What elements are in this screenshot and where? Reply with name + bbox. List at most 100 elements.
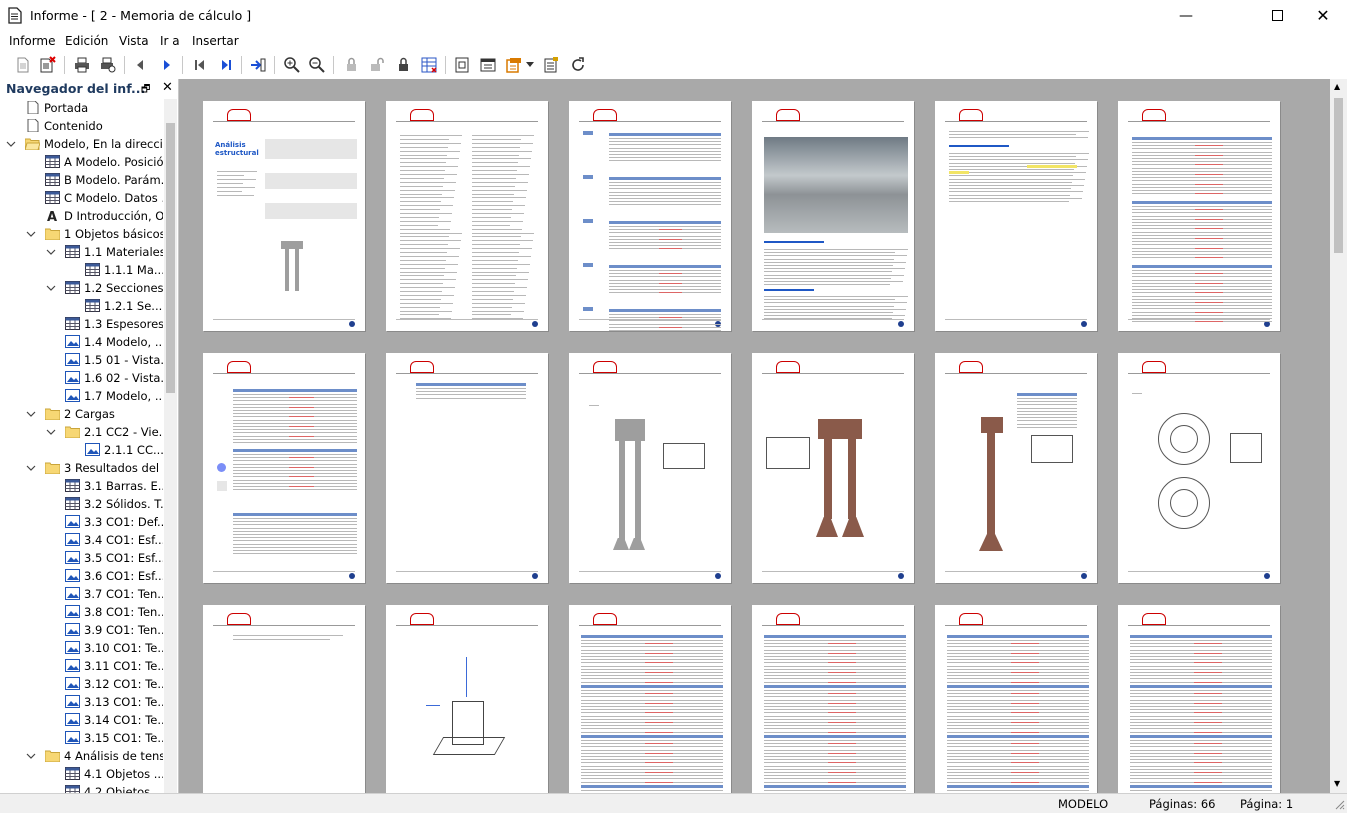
delete-page-icon[interactable] [37,54,59,76]
navigator-item[interactable]: A D Introducción, O... [0,207,163,225]
text-line [217,179,256,180]
page-thumbnail[interactable] [203,353,365,583]
navigator-scrollbar[interactable] [164,99,177,793]
menu-edicion[interactable]: Edición [65,34,108,48]
preview-scrollbar[interactable]: ▲ ▼ [1330,79,1347,793]
table-line [764,759,906,761]
navigator-item[interactable]: 1.2 Secciones [0,279,163,297]
page-thumbnail[interactable] [569,605,731,793]
page-thumbnail[interactable] [752,605,914,793]
menu-ir-a[interactable]: Ir a [160,34,180,48]
navigator-item[interactable]: 3.5 CO1: Esf... [0,549,163,567]
navigator-item[interactable]: 3.2 Sólidos. T... [0,495,163,513]
scroll-up-icon[interactable]: ▲ [1334,82,1340,91]
navigator-item[interactable]: Contenido [0,117,163,135]
navigator-item[interactable]: 4.1 Objetos ... [0,765,163,783]
navigator-item[interactable]: B Modelo. Parám... [0,171,163,189]
navigator-item[interactable]: 3.14 CO1: Te... [0,711,163,729]
navigator-item[interactable]: 1.1.1 Ma... [0,261,163,279]
navigator-item[interactable]: 3.9 CO1: Ten... [0,621,163,639]
navigator-item[interactable]: 3.15 CO1: Te... [0,729,163,747]
navigator-item[interactable]: A Modelo. Posición [0,153,163,171]
minimize-button[interactable]: — [1163,0,1209,31]
first-page-icon[interactable] [189,54,211,76]
navigator-item[interactable]: 3.12 CO1: Te... [0,675,163,693]
page-thumbnail[interactable] [935,353,1097,583]
print-preview-icon[interactable] [97,54,119,76]
navigator-item[interactable]: 3.6 CO1: Esf... [0,567,163,585]
maximize-button[interactable] [1254,0,1300,31]
navigator-item[interactable]: 4 Análisis de tensi... [0,747,163,765]
page-thumbnail[interactable] [935,101,1097,331]
page-thumbnail[interactable] [569,353,731,583]
navigator-item[interactable]: 3.10 CO1: Te... [0,639,163,657]
dock-icon[interactable]: 🗗 [141,82,150,99]
refresh-icon[interactable] [567,54,589,76]
header-footer-icon[interactable] [477,54,499,76]
navigator-item[interactable]: 1.6 02 - Vista... [0,369,163,387]
previous-page-icon[interactable] [129,54,151,76]
scroll-down-icon[interactable]: ▼ [1334,779,1340,788]
page-setup-icon[interactable] [451,54,473,76]
page-preview-area[interactable]: Análisis estructural [179,79,1330,793]
menu-insertar[interactable]: Insertar [192,34,239,48]
navigator-item[interactable]: 3.7 CO1: Ten... [0,585,163,603]
page-thumbnail[interactable] [386,101,548,331]
zoom-out-icon[interactable] [306,54,328,76]
export-icon[interactable] [503,54,525,76]
print-icon[interactable] [71,54,93,76]
navigator-item[interactable]: 2.1 CC2 - Vie... [0,423,163,441]
close-button[interactable]: ✕ [1300,0,1346,31]
navigator-item[interactable]: 1.4 Modelo, ... [0,333,163,351]
page-thumbnail[interactable] [386,353,548,583]
page-thumbnail[interactable] [203,605,365,793]
navigator-item[interactable]: 3.11 CO1: Te... [0,657,163,675]
unlock-icon[interactable] [366,54,388,76]
resize-grip-icon[interactable] [1335,800,1345,810]
navigator-item[interactable]: 1 Objetos básicos [0,225,163,243]
navigator-item[interactable]: 3.13 CO1: Te... [0,693,163,711]
navigator-close-icon[interactable]: ✕ [162,80,173,95]
page-thumbnail[interactable] [569,101,731,331]
page-thumbnail[interactable] [1118,353,1280,583]
navigator-item[interactable]: 1.5 01 - Vista... [0,351,163,369]
lock-icon[interactable] [340,54,362,76]
zoom-in-icon[interactable] [281,54,303,76]
navigator-item[interactable]: 2 Cargas [0,405,163,423]
page-thumbnail[interactable] [1118,605,1280,793]
navigator-item[interactable]: 4.2 Objetos ... [0,783,163,793]
notes-icon[interactable] [540,54,562,76]
preview-scroll-thumb[interactable] [1334,98,1343,253]
go-to-page-icon[interactable] [247,54,269,76]
navigator-item[interactable]: 1.7 Modelo, ... [0,387,163,405]
page-thumbnail[interactable] [386,605,548,793]
navigator-item[interactable]: 3.8 CO1: Ten... [0,603,163,621]
menu-informe[interactable]: Informe [9,34,56,48]
page-thumbnail[interactable] [935,605,1097,793]
page-thumbnail[interactable] [752,353,914,583]
last-page-icon[interactable] [215,54,237,76]
menu-vista[interactable]: Vista [119,34,149,48]
navigator-item[interactable]: 3.1 Barras. E... [0,477,163,495]
dropdown-arrow-icon[interactable] [524,54,536,76]
table-line [1130,665,1272,667]
navigator-scroll-thumb[interactable] [166,123,175,393]
navigator-item[interactable]: 3.3 CO1: Def... [0,513,163,531]
navigator-item[interactable]: 3 Resultados del ... [0,459,163,477]
navigator-item[interactable]: Modelo, En la direcció... [0,135,163,153]
navigator-item[interactable]: 1.3 Espesores [0,315,163,333]
navigator-item[interactable]: 1.1 Materiales [0,243,163,261]
text-line [472,162,518,164]
new-page-icon[interactable] [12,54,34,76]
lock-all-icon[interactable] [392,54,414,76]
page-thumbnail[interactable] [1118,101,1280,331]
navigator-item[interactable]: C Modelo. Datos ... [0,189,163,207]
table-settings-icon[interactable] [418,54,440,76]
navigator-item[interactable]: 3.4 CO1: Esf... [0,531,163,549]
navigator-item[interactable]: 2.1.1 CC... [0,441,163,459]
next-page-icon[interactable] [156,54,178,76]
navigator-item[interactable]: Portada [0,99,163,117]
page-thumbnail[interactable]: Análisis estructural [203,101,365,331]
page-thumbnail[interactable] [752,101,914,331]
navigator-item[interactable]: 1.2.1 Se... [0,297,163,315]
